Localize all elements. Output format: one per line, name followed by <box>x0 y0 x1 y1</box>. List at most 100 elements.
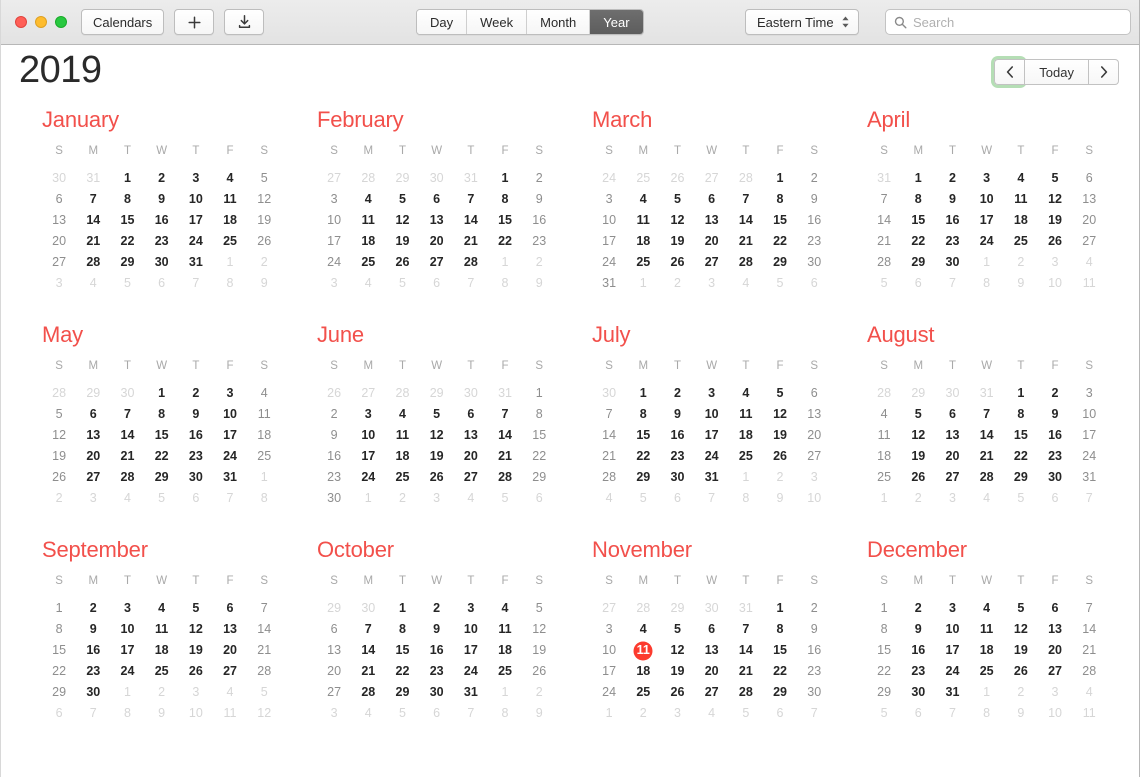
day-cell[interactable]: 21 <box>351 661 385 682</box>
day-cell[interactable]: 26 <box>522 661 556 682</box>
day-cell[interactable]: 22 <box>42 661 76 682</box>
day-cell[interactable]: 14 <box>110 425 144 446</box>
day-cell[interactable]: 23 <box>317 467 351 488</box>
day-cell[interactable]: 5 <box>247 682 281 703</box>
day-cell[interactable]: 11 <box>213 189 247 210</box>
day-cell[interactable]: 4 <box>1072 682 1106 703</box>
day-cell[interactable]: 4 <box>592 488 626 509</box>
day-cell[interactable]: 3 <box>592 619 626 640</box>
day-cell[interactable]: 6 <box>763 703 797 724</box>
day-cell[interactable]: 22 <box>488 231 522 252</box>
day-cell[interactable]: 12 <box>1004 619 1038 640</box>
day-cell[interactable]: 16 <box>901 640 935 661</box>
day-cell[interactable]: 20 <box>213 640 247 661</box>
day-cell[interactable]: 19 <box>901 446 935 467</box>
day-cell[interactable]: 7 <box>867 189 901 210</box>
day-cell[interactable]: 22 <box>1004 446 1038 467</box>
day-cell[interactable]: 17 <box>935 640 969 661</box>
day-cell[interactable]: 2 <box>660 383 694 404</box>
day-cell[interactable]: 26 <box>660 252 694 273</box>
day-cell[interactable]: 10 <box>797 488 831 509</box>
view-switcher[interactable]: Day Week Month Year <box>416 9 644 35</box>
day-cell[interactable]: 28 <box>1072 661 1106 682</box>
day-cell[interactable]: 4 <box>626 619 660 640</box>
day-cell[interactable]: 6 <box>935 404 969 425</box>
day-cell[interactable]: 8 <box>901 189 935 210</box>
day-cell[interactable]: 22 <box>385 661 419 682</box>
day-cell[interactable]: 3 <box>797 467 831 488</box>
day-cell[interactable]: 19 <box>763 425 797 446</box>
day-cell[interactable]: 12 <box>420 425 454 446</box>
day-cell[interactable]: 4 <box>1004 168 1038 189</box>
day-cell[interactable]: 7 <box>247 598 281 619</box>
day-cell[interactable]: 5 <box>145 488 179 509</box>
day-cell[interactable]: 28 <box>454 252 488 273</box>
day-cell[interactable]: 15 <box>42 640 76 661</box>
day-cell[interactable]: 12 <box>385 210 419 231</box>
month-title[interactable]: May <box>42 322 298 348</box>
day-cell[interactable]: 10 <box>213 404 247 425</box>
day-cell[interactable]: 6 <box>179 488 213 509</box>
day-cell[interactable]: 11 <box>1072 703 1106 724</box>
day-cell[interactable]: 10 <box>1072 404 1106 425</box>
day-cell[interactable]: 15 <box>385 640 419 661</box>
day-cell[interactable]: 7 <box>179 273 213 294</box>
day-cell[interactable]: 22 <box>763 661 797 682</box>
calendars-button[interactable]: Calendars <box>81 9 165 35</box>
day-cell[interactable]: 6 <box>660 488 694 509</box>
export-button[interactable] <box>224 9 265 35</box>
day-cell[interactable]: 3 <box>420 488 454 509</box>
day-cell[interactable]: 6 <box>420 189 454 210</box>
day-cell[interactable]: 21 <box>729 661 763 682</box>
day-cell[interactable]: 25 <box>247 446 281 467</box>
day-cell[interactable]: 7 <box>76 703 110 724</box>
day-cell[interactable]: 29 <box>763 252 797 273</box>
day-cell[interactable]: 11 <box>247 404 281 425</box>
day-cell[interactable]: 3 <box>935 598 969 619</box>
day-cell[interactable]: 29 <box>420 383 454 404</box>
day-cell[interactable]: 12 <box>1038 189 1072 210</box>
day-cell[interactable]: 3 <box>317 189 351 210</box>
day-cell[interactable]: 5 <box>42 404 76 425</box>
day-cell[interactable]: 5 <box>522 598 556 619</box>
day-cell[interactable]: 4 <box>729 383 763 404</box>
day-cell[interactable]: 7 <box>729 619 763 640</box>
day-cell[interactable]: 12 <box>763 404 797 425</box>
day-cell[interactable]: 3 <box>695 273 729 294</box>
day-cell[interactable]: 15 <box>901 210 935 231</box>
day-cell[interactable]: 6 <box>420 273 454 294</box>
day-cell[interactable]: 7 <box>592 404 626 425</box>
day-cell[interactable]: 21 <box>454 231 488 252</box>
day-cell[interactable]: 15 <box>522 425 556 446</box>
day-cell[interactable]: 18 <box>145 640 179 661</box>
day-cell[interactable]: 11 <box>970 619 1004 640</box>
day-cell[interactable]: 23 <box>76 661 110 682</box>
day-cell[interactable]: 31 <box>935 682 969 703</box>
day-cell[interactable]: 29 <box>901 383 935 404</box>
day-cell[interactable]: 25 <box>626 252 660 273</box>
day-cell[interactable]: 30 <box>420 168 454 189</box>
day-cell[interactable]: 7 <box>935 273 969 294</box>
day-cell[interactable]: 31 <box>179 252 213 273</box>
day-cell[interactable]: 31 <box>695 467 729 488</box>
day-cell[interactable]: 17 <box>454 640 488 661</box>
day-cell[interactable]: 7 <box>797 703 831 724</box>
day-cell[interactable]: 23 <box>420 661 454 682</box>
day-cell[interactable]: 12 <box>522 619 556 640</box>
day-cell[interactable]: 9 <box>76 619 110 640</box>
day-cell[interactable]: 30 <box>797 252 831 273</box>
day-cell[interactable]: 28 <box>76 252 110 273</box>
day-cell[interactable]: 25 <box>626 682 660 703</box>
day-cell[interactable]: 1 <box>522 383 556 404</box>
day-cell[interactable]: 4 <box>970 488 1004 509</box>
day-cell[interactable]: 1 <box>867 598 901 619</box>
day-cell[interactable]: 14 <box>729 210 763 231</box>
day-cell[interactable]: 12 <box>660 210 694 231</box>
day-cell[interactable]: 26 <box>42 467 76 488</box>
day-cell[interactable]: 22 <box>145 446 179 467</box>
day-cell[interactable]: 3 <box>1038 252 1072 273</box>
day-cell[interactable]: 30 <box>317 488 351 509</box>
day-cell[interactable]: 4 <box>626 189 660 210</box>
day-cell[interactable]: 26 <box>420 467 454 488</box>
day-cell[interactable]: 1 <box>42 598 76 619</box>
